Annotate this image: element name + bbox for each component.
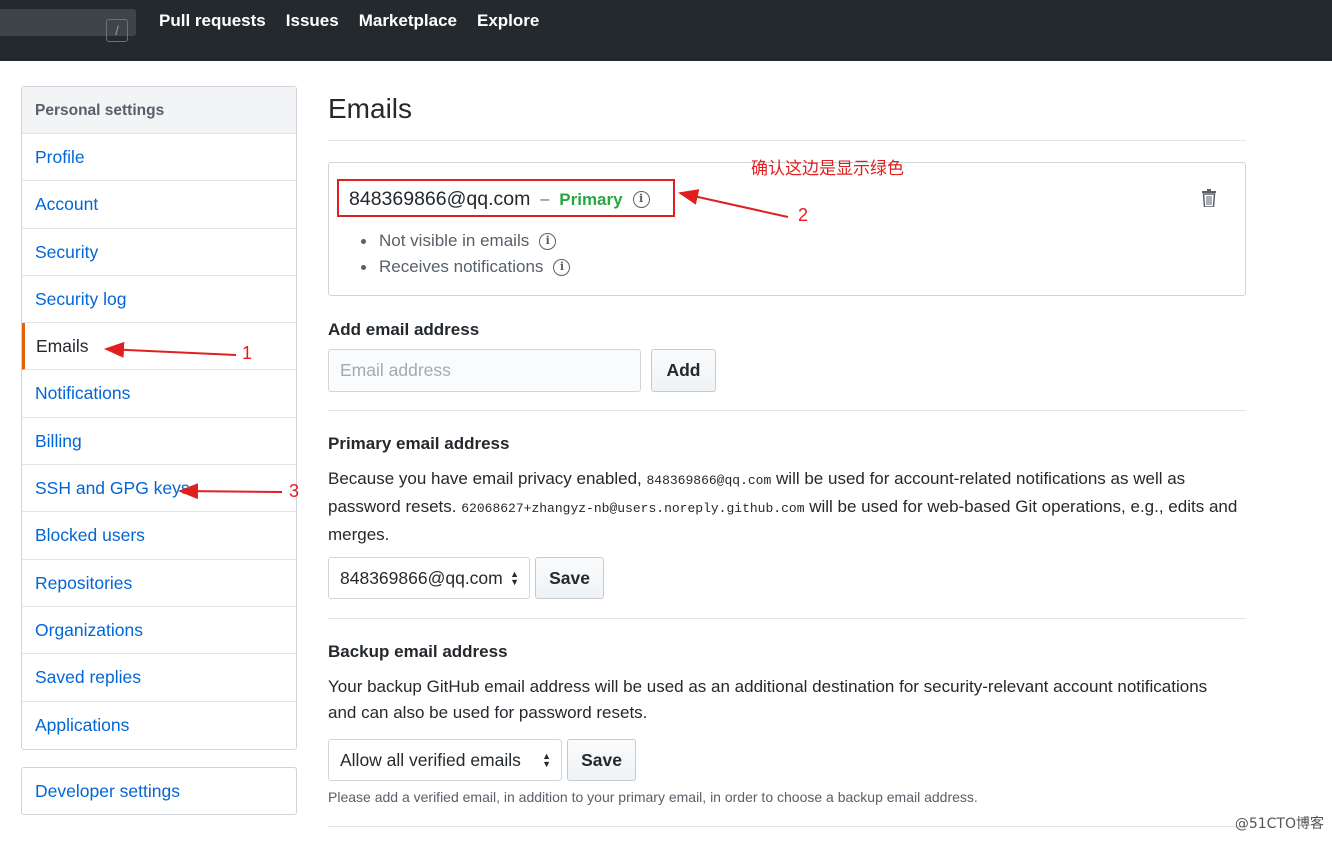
- backup-email-note: Please add a verified email, in addition…: [328, 789, 978, 805]
- main-content: Emails 848369866@qq.com – Primary i Not …: [328, 86, 1246, 827]
- sidebar-item-billing[interactable]: Billing: [22, 418, 296, 466]
- sidebar-item-account[interactable]: Account: [22, 181, 296, 229]
- search-input[interactable]: /: [0, 9, 136, 42]
- backup-email-select-value: Allow all verified emails: [340, 750, 521, 770]
- primary-email-select[interactable]: 848369866@qq.com ▲ ▼: [328, 557, 530, 599]
- email-details: Not visible in emails i Receives notifica…: [361, 228, 571, 280]
- primary-email-select-value: 848369866@qq.com: [340, 568, 503, 588]
- add-email-title: Add email address: [328, 320, 480, 339]
- detail-not-visible: Not visible in emails: [379, 231, 530, 250]
- detail-receives-notifications: Receives notifications: [379, 257, 544, 276]
- info-icon[interactable]: i: [539, 232, 557, 250]
- trash-icon[interactable]: [1201, 189, 1217, 207]
- search-shortcut-key: /: [106, 19, 128, 42]
- header-nav: Pull requests Issues Marketplace Explore: [159, 11, 539, 31]
- info-icon[interactable]: i: [553, 258, 571, 276]
- sidebar-item-organizations[interactable]: Organizations: [22, 607, 296, 655]
- annotation-highlight-box: [337, 179, 675, 217]
- backup-email-description: Your backup GitHub email address will be…: [328, 677, 1208, 722]
- backup-email-title: Backup email address: [328, 642, 508, 661]
- save-primary-button[interactable]: Save: [535, 557, 604, 599]
- annotation-label-2: 2: [798, 205, 809, 225]
- developer-settings-menu: Developer settings: [21, 767, 297, 815]
- sidebar-heading: Personal settings: [22, 87, 296, 134]
- divider: [328, 618, 1246, 619]
- sidebar-item-saved-replies[interactable]: Saved replies: [22, 654, 296, 702]
- settings-sidebar: Personal settings Profile Account Securi…: [21, 86, 297, 750]
- email-address-input[interactable]: [328, 349, 641, 392]
- annotation-label-3: 3: [289, 481, 300, 501]
- nav-marketplace[interactable]: Marketplace: [359, 11, 457, 31]
- primary-email-title: Primary email address: [328, 434, 510, 453]
- page-title: Emails: [328, 86, 1246, 141]
- sidebar-item-emails[interactable]: Emails: [22, 323, 296, 371]
- sidebar-item-security-log[interactable]: Security log: [22, 276, 296, 324]
- primary-email-description: Because you have email privacy enabled, …: [328, 469, 1238, 544]
- nav-pull-requests[interactable]: Pull requests: [159, 11, 266, 31]
- annotation-note: 确认这边是显示绿色: [751, 159, 904, 179]
- noreply-email-code: 62068627+zhangyz-nb@users.noreply.github…: [461, 501, 805, 516]
- backup-email-select[interactable]: Allow all verified emails ▲ ▼: [328, 739, 562, 781]
- save-backup-button[interactable]: Save: [567, 739, 636, 781]
- list-item: Receives notifications i: [361, 254, 571, 280]
- select-caret-icon: ▲ ▼: [510, 569, 519, 587]
- sidebar-item-blocked-users[interactable]: Blocked users: [22, 512, 296, 560]
- select-caret-icon: ▲ ▼: [542, 751, 551, 769]
- divider: [328, 410, 1246, 411]
- primary-email-code: 848369866@qq.com: [646, 473, 772, 488]
- sidebar-item-notifications[interactable]: Notifications: [22, 370, 296, 418]
- add-email-button[interactable]: Add: [651, 349, 716, 392]
- nav-issues[interactable]: Issues: [286, 11, 339, 31]
- list-item: Not visible in emails i: [361, 228, 570, 254]
- divider: [328, 826, 1246, 827]
- watermark: @51CTO博客: [1234, 816, 1324, 832]
- nav-explore[interactable]: Explore: [477, 11, 539, 31]
- sidebar-item-repositories[interactable]: Repositories: [22, 560, 296, 607]
- sidebar-item-applications[interactable]: Applications: [22, 702, 296, 749]
- sidebar-item-ssh-gpg-keys[interactable]: SSH and GPG keys: [22, 465, 296, 513]
- sidebar-item-security[interactable]: Security: [22, 229, 296, 276]
- top-header: / Pull requests Issues Marketplace Explo…: [0, 0, 1332, 61]
- annotation-label-1: 1: [242, 343, 253, 363]
- sidebar-item-profile[interactable]: Profile: [22, 134, 296, 182]
- sidebar-item-developer-settings[interactable]: Developer settings: [22, 768, 296, 814]
